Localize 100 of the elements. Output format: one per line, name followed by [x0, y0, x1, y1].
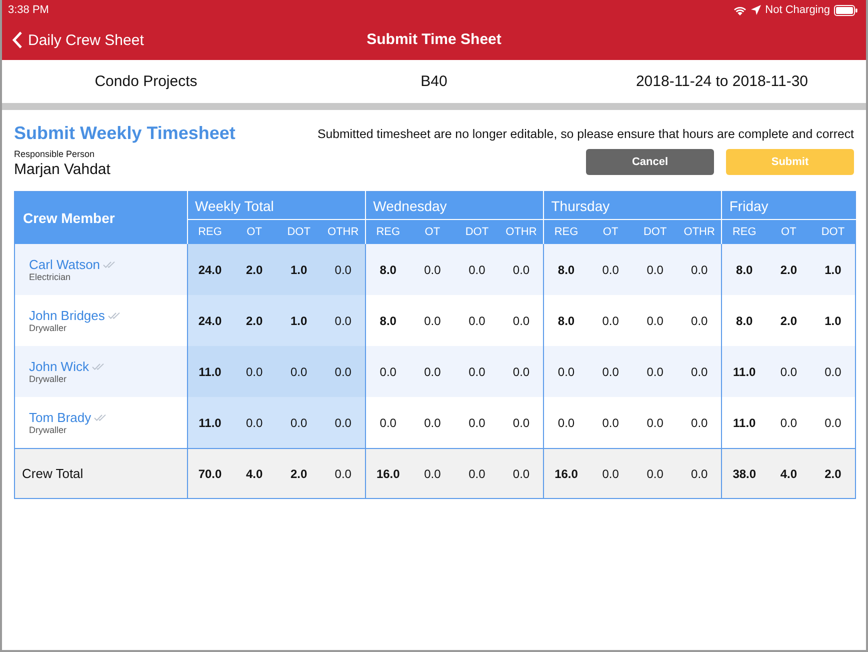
table-cell: 0.0 [454, 244, 500, 295]
responsible-name: Marjan Vahdat [14, 161, 110, 178]
section-heading: Submit Weekly Timesheet [14, 123, 236, 144]
table-cell: 0.0 [321, 346, 366, 397]
crew-member-link[interactable]: Carl Watson [29, 257, 100, 272]
column-header: OT [766, 220, 811, 244]
double-check-icon [103, 261, 116, 268]
cancel-button[interactable]: Cancel [586, 149, 714, 175]
crew-member-link[interactable]: John Wick [29, 359, 89, 374]
column-group-header: Wednesday [366, 192, 544, 220]
column-header: DOT [632, 220, 678, 244]
table-cell: 0.0 [544, 346, 588, 397]
table-cell: 8.0 [366, 295, 410, 346]
table-cell: 0.0 [321, 448, 366, 498]
table-cell: 0.0 [232, 397, 277, 448]
table-cell: 8.0 [544, 244, 588, 295]
double-check-icon [108, 312, 121, 319]
table-cell: 0.0 [810, 397, 856, 448]
table-cell: 1.0 [276, 244, 322, 295]
table-cell: 0.0 [321, 295, 366, 346]
column-header: REG [722, 220, 766, 244]
table-cell: 2.0 [766, 244, 811, 295]
table-cell: 0.0 [410, 448, 455, 498]
table-cell: 11.0 [722, 346, 766, 397]
table-cell: 0.0 [499, 346, 544, 397]
wifi-icon [733, 4, 748, 16]
table-cell: 8.0 [366, 244, 410, 295]
table-cell: 1.0 [276, 295, 322, 346]
table-cell: 11.0 [188, 346, 232, 397]
table-cell: 0.0 [766, 397, 811, 448]
table-cell: 38.0 [722, 448, 766, 498]
column-header: REG [366, 220, 410, 244]
table-cell: 2.0 [232, 295, 277, 346]
table-cell: 0.0 [410, 397, 455, 448]
table-cell: 11.0 [188, 397, 232, 448]
table-cell: 0.0 [588, 346, 633, 397]
column-header: DOT [454, 220, 500, 244]
table-cell: 1.0 [810, 244, 856, 295]
table-cell: Crew Total [14, 448, 188, 498]
table-cell: 0.0 [677, 397, 722, 448]
page-title: Submit Time Sheet [366, 31, 502, 48]
chevron-left-icon [12, 31, 23, 49]
table-cell: 0.0 [632, 448, 678, 498]
table-cell: 70.0 [188, 448, 232, 498]
column-header: REG [544, 220, 588, 244]
table-cell: 11.0 [722, 397, 766, 448]
table-cell: 0.0 [366, 346, 410, 397]
table-cell: 0.0 [632, 295, 678, 346]
table-cell: 0.0 [632, 397, 678, 448]
table-cell: 1.0 [810, 295, 856, 346]
column-header: OTHR [321, 220, 366, 244]
project-name: Condo Projects [94, 73, 198, 90]
column-group-header: Weekly Total [188, 192, 366, 220]
column-header: OT [588, 220, 633, 244]
location-icon [751, 5, 762, 15]
table-cell: 8.0 [544, 295, 588, 346]
table-cell: 24.0 [188, 244, 232, 295]
column-header: OTHR [499, 220, 544, 244]
table-cell: 0.0 [677, 448, 722, 498]
column-header: DOT [276, 220, 322, 244]
table-cell: 0.0 [588, 448, 633, 498]
table-cell: 0.0 [544, 397, 588, 448]
charging-status: Not Charging [765, 4, 830, 16]
table-cell: 0.0 [677, 346, 722, 397]
table-cell: 0.0 [232, 346, 277, 397]
column-header: OT [410, 220, 455, 244]
crew-member-link[interactable]: Tom Brady [29, 410, 92, 425]
table-cell: 24.0 [188, 295, 232, 346]
column-header: Crew Member [14, 192, 188, 244]
column-header: OT [232, 220, 277, 244]
table-cell: 2.0 [232, 244, 277, 295]
table-cell: 0.0 [321, 397, 366, 448]
back-button[interactable]: Daily Crew Sheet [2, 31, 144, 49]
crew-role: Electrician [28, 272, 72, 282]
table-cell: 0.0 [588, 295, 633, 346]
crew-role: Drywaller [28, 323, 68, 333]
double-check-icon [92, 363, 105, 370]
table-cell: 0.0 [499, 448, 544, 498]
table-cell: 0.0 [366, 397, 410, 448]
column-header: DOT [810, 220, 856, 244]
table-cell: 0.0 [588, 397, 633, 448]
table-cell: 0.0 [499, 397, 544, 448]
table-cell: 0.0 [810, 346, 856, 397]
table-cell: 8.0 [722, 244, 766, 295]
table-cell: 2.0 [810, 448, 856, 498]
project-code: B40 [420, 73, 448, 90]
table-cell: 0.0 [454, 397, 500, 448]
table-cell: 0.0 [410, 244, 455, 295]
column-header: OTHR [677, 220, 722, 244]
notice-text: Submitted timesheet are no longer editable, so please ensure that hours are complete and correct [317, 126, 854, 140]
crew-member-link[interactable]: John Bridges [29, 308, 105, 323]
table-cell: 0.0 [588, 244, 633, 295]
table-cell: 0.0 [321, 244, 366, 295]
battery-icon [834, 4, 858, 16]
status-time: 3:38 PM [8, 4, 49, 16]
table-cell: 2.0 [766, 295, 811, 346]
table-cell: 0.0 [766, 346, 811, 397]
table-cell: 8.0 [722, 295, 766, 346]
double-check-icon [94, 414, 108, 421]
table-cell: 0.0 [454, 295, 500, 346]
